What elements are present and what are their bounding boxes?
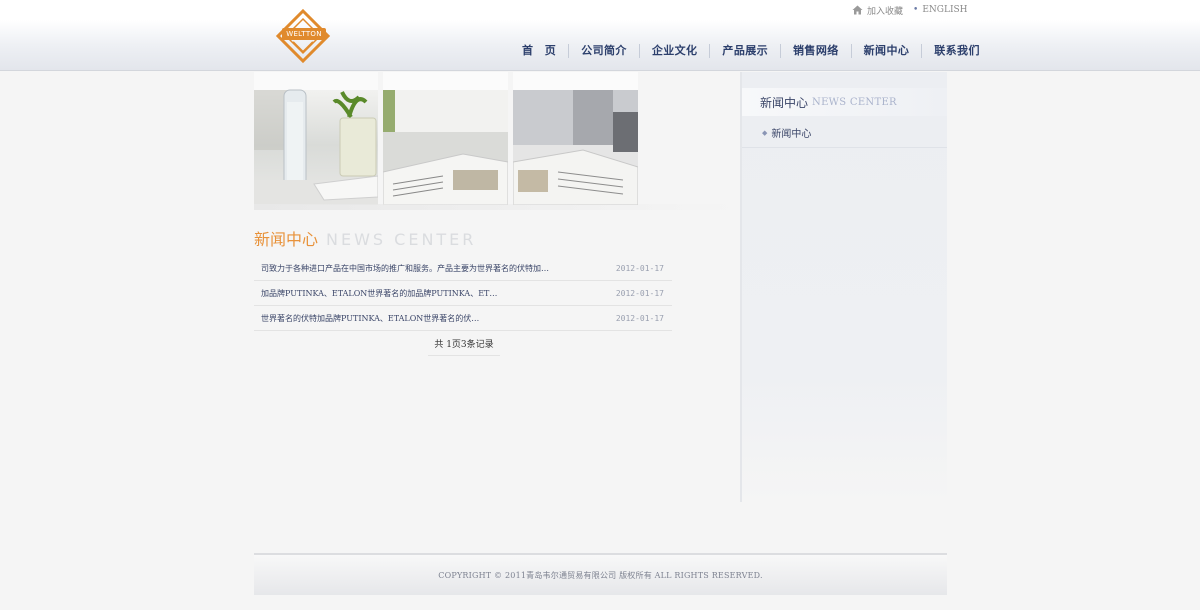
- home-icon: [852, 5, 863, 15]
- list-item[interactable]: 加品牌PUTINKA、ETALON世界著名的加品牌PUTINKA、ET… 201…: [254, 281, 672, 306]
- english-link[interactable]: ENGLISH: [922, 5, 967, 15]
- banner-images: [254, 72, 641, 205]
- pagination-info: 共 1页3条记录: [428, 338, 500, 356]
- logo-text: WELTTON: [282, 28, 326, 40]
- nav-home[interactable]: 首 页: [510, 44, 568, 58]
- page-title-en: NEWS CENTER: [326, 230, 477, 249]
- nav-sales-network[interactable]: 销售网络: [781, 44, 851, 58]
- news-title[interactable]: 加品牌PUTINKA、ETALON世界著名的加品牌PUTINKA、ET…: [261, 288, 497, 299]
- banner-divider: [254, 204, 738, 210]
- banner-image-newspaper: [383, 72, 508, 205]
- nav-news[interactable]: 新闻中心: [852, 44, 922, 58]
- sidebar-item-label[interactable]: 新闻中心: [771, 125, 811, 140]
- news-date: 2012-01-17: [615, 288, 664, 298]
- list-item[interactable]: 司致力于各种进口产品在中国市场的推广和服务。产品主要为世界著名的伏特加… 201…: [254, 256, 672, 281]
- sidebar-title-cn: 新闻中心: [760, 95, 809, 110]
- sidebar-item-news[interactable]: ◆ 新闻中心: [742, 118, 947, 148]
- top-links: 加入收藏 • ENGLISH: [852, 4, 968, 17]
- list-item[interactable]: 世界著名的伏特加品牌PUTINKA、ETALON世界著名的伏… 2012-01-…: [254, 306, 672, 331]
- news-date: 2012-01-17: [615, 263, 664, 273]
- sidebar: 新闻中心 NEWS CENTER ◆ 新闻中心: [740, 72, 947, 502]
- main-nav: 首 页 公司简介 企业文化 产品展示 销售网络 新闻中心 联系我们: [510, 44, 992, 58]
- site-footer: COPYRIGHT © 2011青岛韦尔通贸易有限公司 版权所有 ALL RIG…: [254, 553, 947, 595]
- nav-products[interactable]: 产品展示: [710, 44, 780, 58]
- news-list: 司致力于各种进口产品在中国市场的推广和服务。产品主要为世界著名的伏特加… 201…: [254, 256, 672, 331]
- copyright-text: COPYRIGHT © 2011青岛韦尔通贸易有限公司 版权所有 ALL RIG…: [438, 570, 763, 580]
- bullet-icon: •: [913, 5, 919, 15]
- banner-image-plant: [254, 72, 378, 205]
- sidebar-title: 新闻中心 NEWS CENTER: [742, 88, 947, 116]
- banner-image-papers: [513, 72, 638, 205]
- news-title[interactable]: 世界著名的伏特加品牌PUTINKA、ETALON世界著名的伏…: [261, 313, 479, 324]
- sidebar-title-en: NEWS CENTER: [812, 96, 897, 108]
- page-title: 新闻中心 NEWS CENTER: [254, 226, 477, 249]
- bullet-icon: ◆: [762, 128, 768, 137]
- nav-about[interactable]: 公司简介: [569, 44, 639, 58]
- page-title-cn: 新闻中心: [254, 230, 319, 249]
- add-favorite-link[interactable]: 加入收藏: [867, 4, 903, 17]
- nav-contact[interactable]: 联系我们: [922, 44, 992, 58]
- news-title[interactable]: 司致力于各种进口产品在中国市场的推广和服务。产品主要为世界著名的伏特加…: [261, 263, 549, 274]
- site-header: WELTTON 加入收藏 • ENGLISH 首 页 公司简介 企业文化 产品展…: [0, 0, 1200, 71]
- news-date: 2012-01-17: [615, 313, 664, 323]
- nav-culture[interactable]: 企业文化: [640, 44, 710, 58]
